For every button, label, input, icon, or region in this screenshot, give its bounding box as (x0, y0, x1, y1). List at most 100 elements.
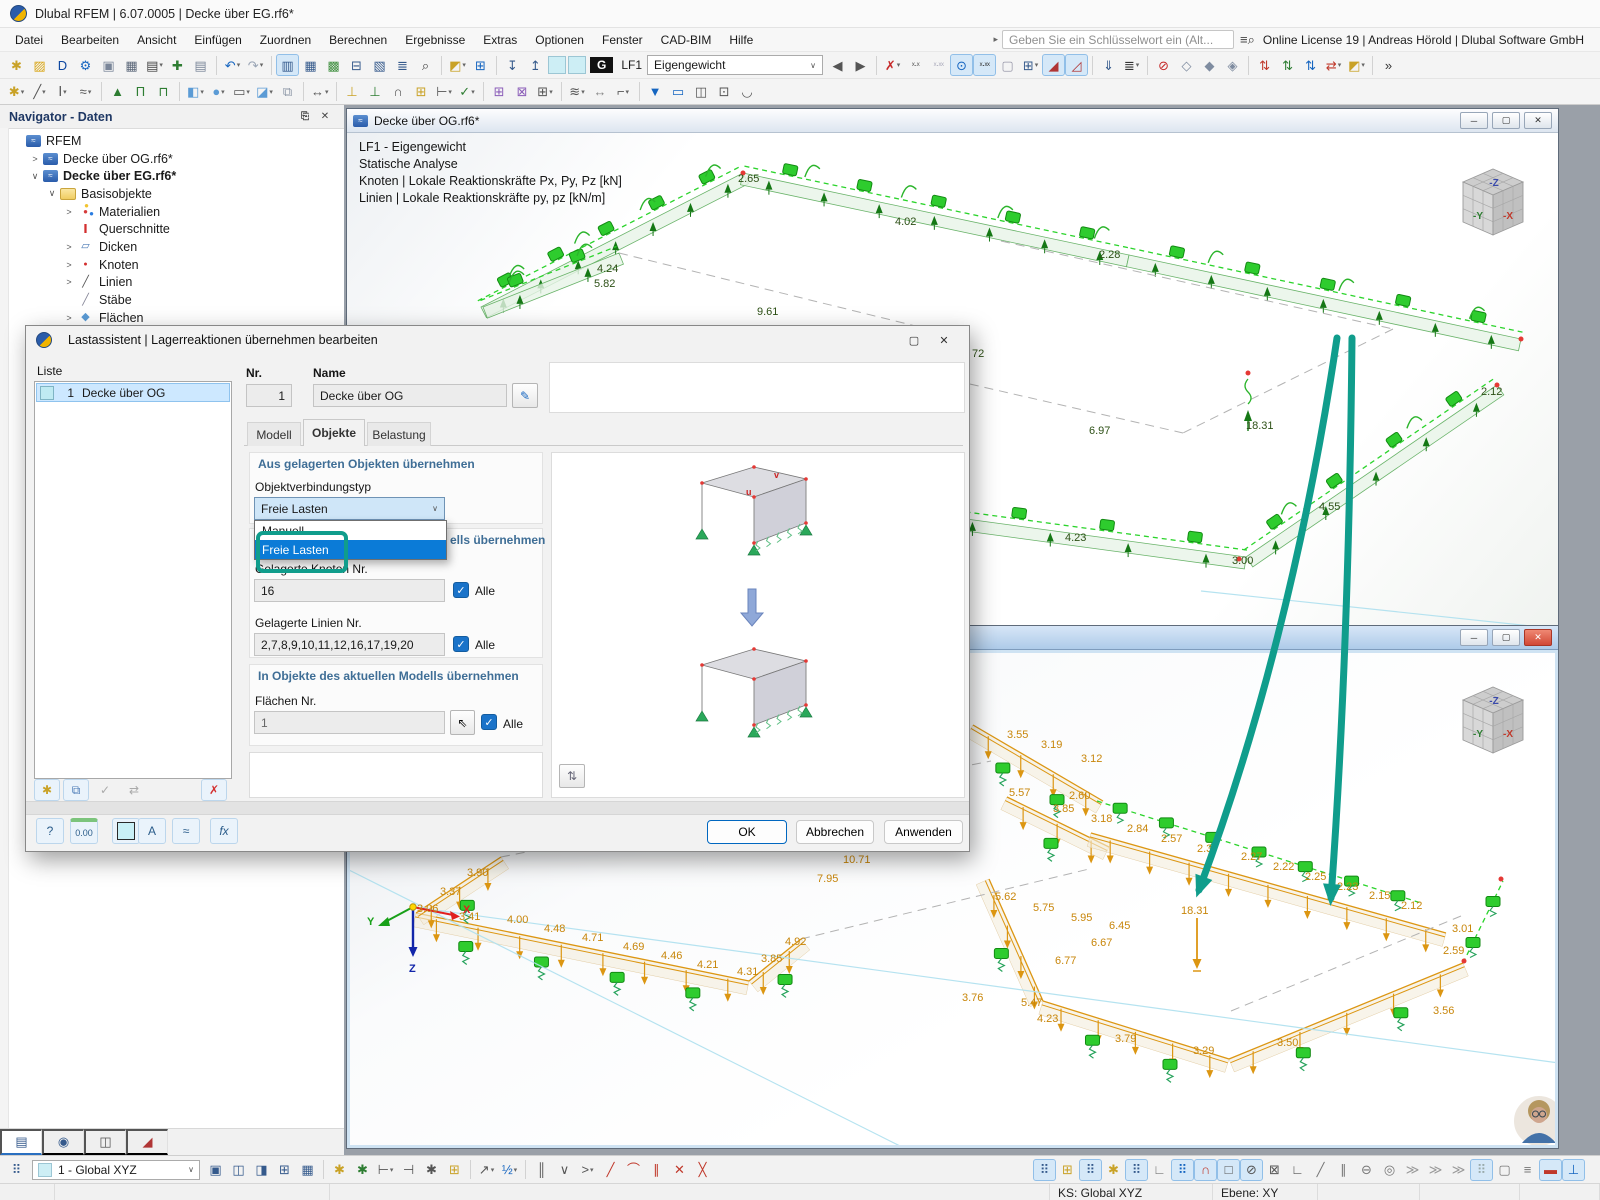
guide-dim-xx[interactable]: ⊣ (397, 1159, 420, 1181)
guide-star-2[interactable]: ✱ (351, 1159, 374, 1181)
snap-perp[interactable]: ∟ (1286, 1159, 1309, 1181)
insert-pin-1[interactable]: ↧ (501, 54, 524, 76)
dlubal-home[interactable]: D (51, 54, 74, 76)
tab-objekte[interactable]: Objekte (303, 419, 365, 446)
list-delete[interactable]: ✗ (201, 779, 227, 801)
snap-circle[interactable]: ⊘ (1240, 1158, 1263, 1181)
alle-knoten-checkbox[interactable]: ✓ (453, 582, 469, 598)
snap-arc[interactable]: ⌒ (622, 1159, 645, 1181)
snap-vertical[interactable]: ║ (530, 1159, 553, 1181)
menu-einfügen[interactable]: Einfügen (185, 30, 250, 50)
dialog-restore-button[interactable]: ▢ (899, 330, 929, 350)
show-values-all[interactable]: ˣ·ˣˣ (973, 54, 997, 76)
grid-ortho[interactable]: ⠿ (1079, 1158, 1102, 1181)
snap-line[interactable]: ╱ (599, 1159, 622, 1181)
list-new[interactable]: ✱ (34, 779, 60, 801)
edit-dialog[interactable]: ⊞ (469, 54, 492, 76)
new-column[interactable]: Π (129, 81, 152, 103)
render-ghost[interactable]: ▢ (996, 54, 1019, 76)
snap-magnet[interactable]: ∩ (1194, 1158, 1217, 1181)
tab-modell[interactable]: Modell (247, 422, 301, 446)
window2-close-button[interactable]: ✕ (1524, 629, 1552, 646)
redo[interactable]: ↷ ▾ (244, 54, 267, 76)
open-model[interactable]: ▨ (28, 54, 51, 76)
tree-item-st-be[interactable]: ╱ Stäbe (10, 291, 342, 309)
tree-item-decke-ber-eg-rf6-[interactable]: ∨ ≈ Decke über EG.rf6* (10, 167, 342, 185)
rename-button[interactable]: ✎ (512, 383, 538, 408)
move-xyz[interactable]: ⇄ ▾ (1322, 54, 1345, 76)
snap-parallel2[interactable]: ∥ (1332, 1159, 1355, 1181)
annotation[interactable]: ⌐ ▾ (612, 81, 635, 103)
window1-close-button[interactable]: ✕ (1524, 112, 1552, 129)
tree-item-decke-ber-og-rf6-[interactable]: > ≈ Decke über OG.rf6* (10, 150, 342, 168)
tree-expander-icon[interactable]: > (61, 242, 77, 252)
list-row-selected[interactable]: 1 Decke über OG (36, 383, 230, 402)
surface-support[interactable]: ⊞ (410, 81, 433, 103)
values-ghost[interactable]: ˣ·ˣˣ (927, 54, 950, 76)
grid-polar[interactable]: ✱ (1102, 1159, 1125, 1181)
window1-minimize-button[interactable]: ─ (1460, 112, 1488, 129)
tree-item-fl-chen[interactable]: > ◆ Flächen (10, 309, 342, 327)
window1-restore-button[interactable]: ▢ (1492, 112, 1520, 129)
new-item[interactable]: ✚ (166, 54, 189, 76)
window2-minimize-button[interactable]: ─ (1460, 629, 1488, 646)
render-box-edit[interactable]: ◆ (1198, 54, 1221, 76)
level[interactable]: ⊥ (1562, 1158, 1585, 1181)
new-polyline[interactable]: ≈ ▾ (74, 81, 97, 103)
alle-flaechen-checkbox[interactable]: ✓ (481, 714, 497, 730)
navigator-pin-icon[interactable]: ⎘ (295, 109, 315, 125)
panel-sc[interactable]: ▧ (368, 54, 391, 76)
result-diagram[interactable]: ◢ (1042, 54, 1066, 76)
snap-third[interactable]: ≫ (1424, 1159, 1447, 1181)
snap-fan[interactable]: ∨ (553, 1159, 576, 1181)
gelagerte-knoten-field[interactable]: 16 (254, 579, 445, 602)
snap-grid[interactable]: ⠿ (1171, 1158, 1194, 1181)
new-node[interactable]: ✱ ▾ (5, 81, 28, 103)
snap-cross[interactable]: ✕ (668, 1159, 691, 1181)
new-member[interactable]: ▲ (106, 81, 129, 103)
name-field[interactable]: Decke über OG (313, 384, 507, 407)
tree-item-materialien[interactable]: > ● Materialien (10, 203, 342, 221)
ortho-corner[interactable]: ∟ (1148, 1159, 1171, 1181)
tree-expander-icon[interactable]: > (61, 277, 77, 287)
line-hinge[interactable]: ∩ (387, 81, 410, 103)
load-combination-toggle-1[interactable] (548, 56, 566, 74)
new-cut[interactable]: ◪ ▾ (253, 81, 276, 103)
tab-belastung[interactable]: Belastung (367, 422, 431, 446)
snap-move[interactable]: ↗ ▾ (475, 1159, 498, 1181)
layers[interactable]: ≡ (1516, 1159, 1539, 1181)
measure[interactable]: ▬ (1539, 1158, 1562, 1181)
menu-zuordnen[interactable]: Zuordnen (251, 30, 320, 50)
snap-ellipse[interactable]: ◎ (1378, 1159, 1401, 1181)
printout-report[interactable]: ▤ (189, 54, 212, 76)
load-case-combobox[interactable]: Eigengewicht ∨ (647, 55, 824, 75)
new-solid[interactable]: ● ▾ (207, 81, 230, 103)
preview-transfer-button[interactable]: ⇅ (559, 764, 585, 788)
workplane[interactable]: ◩ ▾ (1345, 54, 1368, 76)
snap-box[interactable]: ⊠ (1263, 1159, 1286, 1181)
tree-item-rfem[interactable]: ≈ RFEM (10, 132, 342, 150)
snap-line2[interactable]: ╱ (1309, 1159, 1332, 1181)
units-button[interactable]: 0.00 (70, 818, 98, 844)
navigator-close-icon[interactable]: ✕ (315, 109, 335, 125)
mesh-generate[interactable]: ⊞ (488, 81, 511, 103)
move-y[interactable]: ⇅ (1276, 54, 1299, 76)
render-box[interactable]: ◇ (1175, 54, 1198, 76)
line-release[interactable]: ⊢ ▾ (433, 81, 456, 103)
assign[interactable]: ✓ ▾ (456, 81, 479, 103)
dropdown-option-manuell[interactable]: Manuell (255, 521, 446, 540)
tree-item-knoten[interactable]: > ● Knoten (10, 256, 342, 274)
values-small[interactable]: ˣ·ˣ (904, 54, 927, 76)
snap-skew[interactable]: ╳ (691, 1159, 714, 1181)
dropdown-option-freie-lasten[interactable]: Freie Lasten (255, 540, 446, 559)
expand-arrow-icon[interactable]: ▸ (994, 34, 999, 45)
undo[interactable]: ↶ ▾ (221, 54, 244, 76)
render-box-copy[interactable]: ◈ (1221, 54, 1244, 76)
select-window[interactable]: ▭ (667, 81, 690, 103)
alle-linien-checkbox[interactable]: ✓ (453, 636, 469, 652)
snap-divide[interactable]: ½ ▾ (498, 1159, 521, 1181)
dialog-title-bar[interactable]: Lastassistent | Lagerreaktionen übernehm… (26, 326, 969, 354)
nav-tab-data[interactable]: ▤ (0, 1129, 42, 1155)
menu-ansicht[interactable]: Ansicht (128, 30, 185, 50)
new-structure[interactable]: ⊓ (152, 81, 175, 103)
